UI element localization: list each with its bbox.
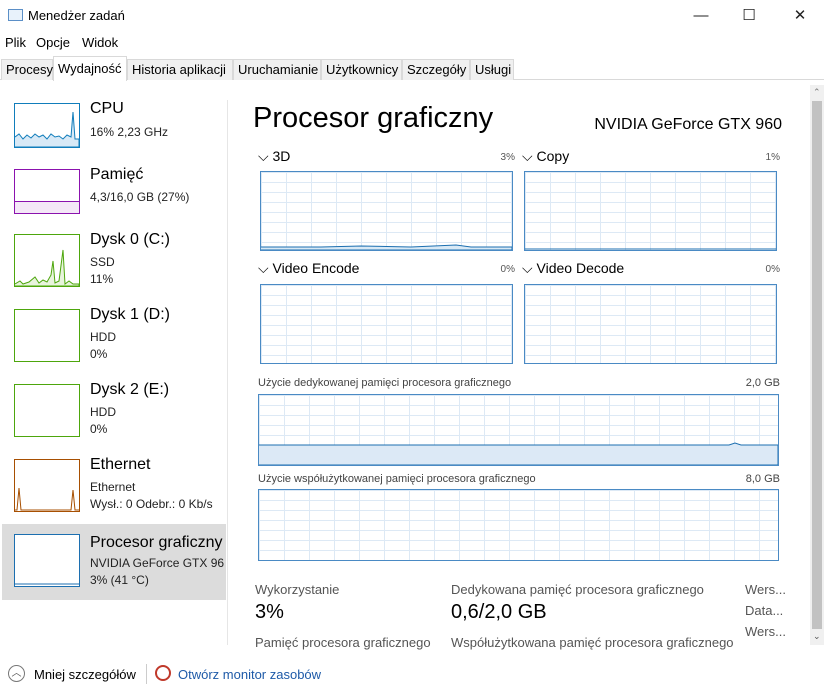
sidebar-item-ethernet[interactable]: Ethernet Ethernet Wysł.: 0 Odebr.: 0 Kb/…: [2, 456, 226, 530]
sidebar-detail: 0%: [90, 422, 108, 436]
sidebar-detail: 4,3/16,0 GB (27%): [90, 190, 190, 204]
sidebar-detail: NVIDIA GeForce GTX 96: [90, 556, 225, 570]
scroll-down-arrow-icon[interactable]: ⌄: [813, 631, 821, 642]
menu-plik[interactable]: Plik: [5, 35, 26, 50]
gpu-thumbnail-graph: [14, 534, 80, 587]
shared-memory-graph: [258, 489, 779, 561]
dedicated-memory-stat-label: Dedykowana pamięć procesora graficznego: [451, 582, 704, 597]
menu-widok[interactable]: Widok: [82, 35, 118, 50]
sidebar-detail: HDD: [90, 405, 116, 419]
tab-bar: Procesy Wydajność Historia aplikacji Uru…: [0, 56, 824, 81]
utilization-label: Wykorzystanie: [255, 582, 340, 597]
scrollbar-thumb[interactable]: [812, 101, 822, 629]
engine-video-encode-pct: 0%: [500, 264, 515, 275]
sidebar-item-disk2[interactable]: Dysk 2 (E:) HDD 0%: [2, 381, 226, 455]
engine-copy-graph: [524, 171, 777, 251]
directx-version-label: Wers...: [745, 624, 786, 639]
engine-3d-label[interactable]: ⌵ 3D: [258, 148, 290, 165]
sidebar-detail: 11%: [90, 272, 114, 286]
disk0-thumbnail-graph: [14, 234, 80, 287]
maximize-button[interactable]: ☐: [734, 4, 764, 28]
tab-uslugi[interactable]: Usługi: [470, 59, 514, 80]
engine-video-decode-label[interactable]: ⌵ Video Decode: [522, 260, 624, 277]
sidebar-label: Dysk 0 (C:): [90, 231, 170, 248]
sidebar-detail: SSD: [90, 255, 115, 269]
engine-label: Copy: [536, 148, 570, 164]
scroll-up-arrow-icon[interactable]: ⌃: [813, 87, 821, 98]
device-name: NVIDIA GeForce GTX 960: [594, 116, 782, 133]
open-resource-monitor-link[interactable]: Otwórz monitor zasobów: [178, 667, 321, 682]
sidebar-item-memory[interactable]: Pamięć 4,3/16,0 GB (27%): [2, 166, 226, 240]
sidebar-detail: 16% 2,23 GHz: [90, 125, 169, 139]
engine-video-encode-label[interactable]: ⌵ Video Encode: [258, 260, 359, 277]
engine-3d-pct: 3%: [500, 152, 515, 163]
driver-date-label: Data...: [745, 603, 784, 618]
sidebar-label: Procesor graficzny: [90, 534, 223, 551]
title-bar: Menedżer zadań — ☐ ✕: [0, 0, 824, 32]
resource-sidebar: CPU 16% 2,23 GHz Pamięć 4,3/16,0 GB (27%…: [0, 100, 228, 645]
page-title: Procesor graficzny: [253, 102, 494, 134]
sidebar-item-disk1[interactable]: Dysk 1 (D:) HDD 0%: [2, 306, 226, 380]
close-button[interactable]: ✕: [785, 4, 815, 28]
gpu-memory-label: Pamięć procesora graficznego: [255, 635, 431, 650]
resource-monitor-icon: [155, 665, 171, 681]
sidebar-item-gpu[interactable]: Procesor graficzny NVIDIA GeForce GTX 96…: [2, 524, 226, 600]
sidebar-label: Dysk 2 (E:): [90, 381, 170, 398]
sidebar-detail: 3% (41 °C): [90, 573, 149, 587]
disk1-thumbnail-graph: [14, 309, 80, 362]
sidebar-item-disk0[interactable]: Dysk 0 (C:) SSD 11%: [2, 231, 226, 305]
dedicated-memory-max: 2,0 GB: [745, 377, 780, 389]
sidebar-item-cpu[interactable]: CPU 16% 2,23 GHz: [2, 100, 226, 174]
memory-thumbnail-graph: [14, 169, 80, 214]
engine-label: Video Encode: [272, 260, 360, 276]
minimize-button[interactable]: —: [686, 4, 716, 28]
tab-wydajnosc[interactable]: Wydajność: [53, 56, 127, 81]
chevron-up-icon[interactable]: ︿: [8, 665, 25, 682]
tab-uzytkownicy[interactable]: Użytkownicy: [321, 59, 402, 80]
shared-memory-max: 8,0 GB: [745, 473, 780, 485]
dedicated-memory-stat-value: 0,6/2,0 GB: [451, 601, 547, 623]
sidebar-label: Dysk 1 (D:): [90, 306, 170, 323]
tab-procesy[interactable]: Procesy: [1, 59, 53, 80]
driver-version-label: Wers...: [745, 582, 786, 597]
sidebar-label: CPU: [90, 100, 124, 117]
task-manager-icon: [8, 9, 23, 21]
engine-copy-label[interactable]: ⌵ Copy: [522, 148, 569, 165]
engine-copy-pct: 1%: [765, 152, 780, 163]
tab-historia-aplikacji[interactable]: Historia aplikacji: [127, 59, 233, 80]
menu-opcje[interactable]: Opcje: [36, 35, 70, 50]
sidebar-detail: Wysł.: 0 Odebr.: 0 Kb/s: [90, 497, 213, 511]
shared-memory-stat-label: Współużytkowana pamięć procesora graficz…: [451, 635, 734, 650]
engine-video-decode-graph: [524, 284, 777, 364]
window-title: Menedżer zadań: [28, 8, 125, 23]
dedicated-memory-graph: [258, 394, 779, 466]
footer: ︿ Mniej szczegółów Otwórz monitor zasobó…: [0, 660, 824, 692]
sidebar-detail: 0%: [90, 347, 108, 361]
engine-video-decode-pct: 0%: [765, 264, 780, 275]
engine-3d-graph: [260, 171, 513, 251]
gpu-detail-panel: Procesor graficzny NVIDIA GeForce GTX 96…: [240, 85, 808, 658]
shared-memory-label: Użycie współużytkowanej pamięci procesor…: [258, 473, 536, 485]
engine-video-encode-graph: [260, 284, 513, 364]
divider: [146, 664, 147, 684]
fewer-details-button[interactable]: Mniej szczegółów: [34, 667, 136, 682]
cpu-thumbnail-graph: [14, 103, 80, 148]
engine-label: 3D: [272, 148, 291, 164]
tab-szczegoly[interactable]: Szczegóły: [402, 59, 470, 80]
sidebar-detail: HDD: [90, 330, 116, 344]
sidebar-label: Pamięć: [90, 166, 144, 183]
utilization-value: 3%: [255, 601, 284, 623]
disk2-thumbnail-graph: [14, 384, 80, 437]
sidebar-label: Ethernet: [90, 456, 151, 473]
ethernet-thumbnail-graph: [14, 459, 80, 512]
dedicated-memory-label: Użycie dedykowanej pamięci procesora gra…: [258, 377, 512, 389]
engine-label: Video Decode: [536, 260, 625, 276]
vertical-scrollbar[interactable]: ⌃ ⌄: [810, 85, 824, 645]
sidebar-detail: Ethernet: [90, 480, 136, 494]
tab-uruchamianie[interactable]: Uruchamianie: [233, 59, 321, 80]
